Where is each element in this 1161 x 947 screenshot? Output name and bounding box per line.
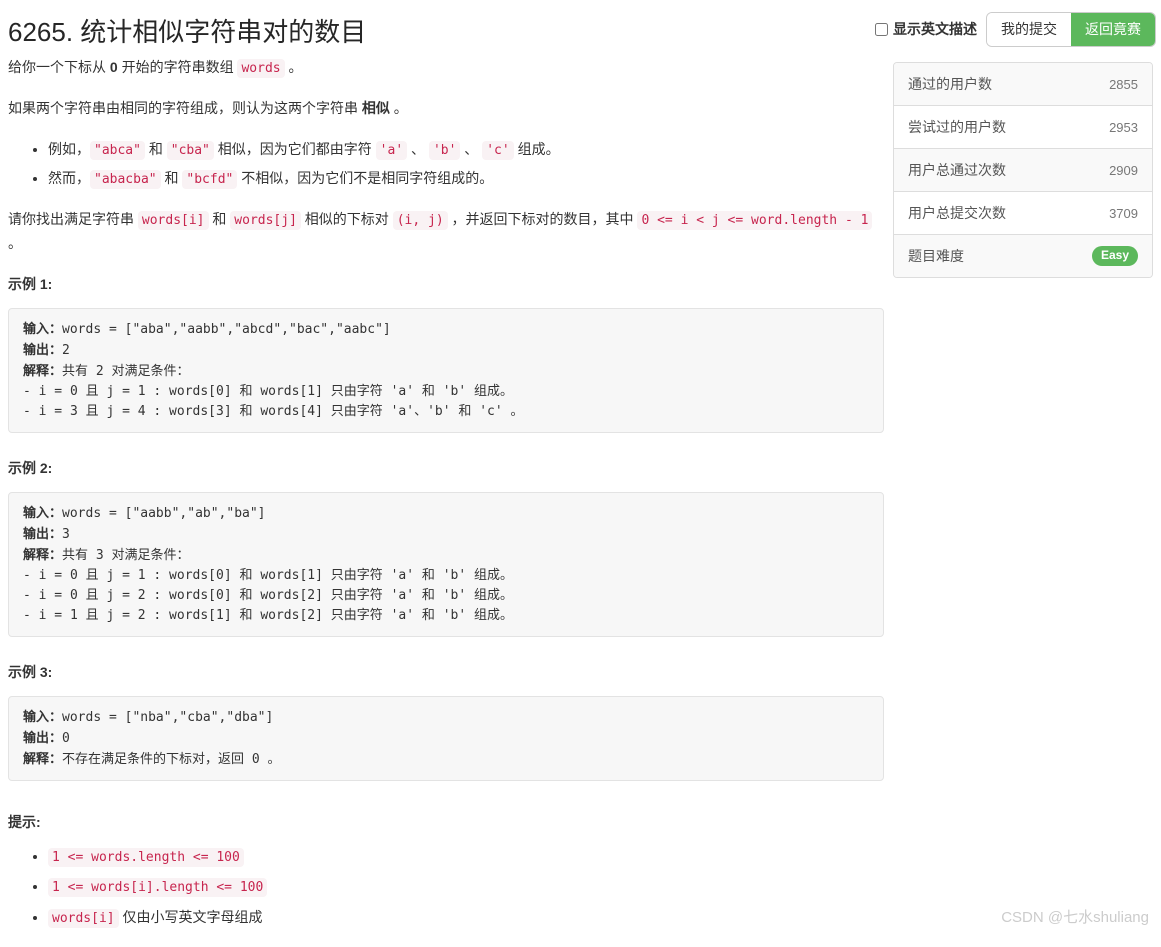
stat-row-total-passes: 用户总通过次数 2909 — [894, 149, 1152, 192]
explain-value: 共有 3 对满足条件： - i = 0 且 j = 1 : words[0] 和… — [23, 547, 514, 623]
input-label: 输入： — [23, 504, 63, 520]
example-1-box: 输入：words = ["aba","aabb","abcd","bac","a… — [8, 307, 884, 433]
example-2-box: 输入：words = ["aabb","ab","ba"] 输出：3 解释：共有… — [8, 491, 884, 637]
output-label: 输出： — [23, 729, 63, 745]
bullet-text: 、 — [460, 140, 483, 157]
explain-label: 解释： — [23, 546, 63, 562]
stat-label: 通过的用户数 — [908, 76, 992, 92]
inline-code: 'b' — [428, 140, 461, 160]
p1-bold: 0 — [109, 59, 118, 75]
stat-label: 尝试过的用户数 — [908, 119, 1006, 135]
p1-mid: 开始的字符串数组 — [117, 59, 238, 75]
inline-code-pair: (i, j) — [392, 211, 448, 231]
status-badge: Easy — [1091, 246, 1138, 266]
input-label: 输入： — [23, 320, 63, 336]
description-bullet-list: 例如，"abca" 和 "cba" 相似，因为它们都由字符 'a' 、 'b' … — [8, 138, 884, 191]
show-english-label: 显示英文描述 — [893, 21, 977, 38]
inline-code: "cba" — [166, 140, 214, 160]
difficulty-label: 题目难度 — [908, 248, 964, 264]
output-value: 3 — [62, 526, 70, 542]
inline-code: "bcfd" — [182, 169, 238, 189]
example-3-box: 输入：words = ["nba","cba","dba"] 输出：0 解释：不… — [8, 695, 884, 781]
watermark: CSDN @七水shuliang — [1001, 909, 1149, 926]
inline-code: 'a' — [375, 140, 408, 160]
p3-pre: 请你找出满足字符串 — [8, 211, 138, 228]
list-item: 1 <= words[i].length <= 100 — [48, 875, 884, 899]
output-label: 输出： — [23, 341, 63, 357]
p2-bold: 相似 — [361, 100, 390, 117]
stat-value: 2855 — [1109, 76, 1138, 92]
inline-code-words: words — [237, 59, 285, 78]
p3-mid1: 和 — [208, 211, 231, 228]
stat-label: 用户总通过次数 — [908, 162, 1006, 178]
header-actions: 显示英文描述 我的提交 返回竟赛 — [875, 13, 1155, 46]
input-value: words = ["nba","cba","dba"] — [62, 709, 274, 725]
output-value: 2 — [62, 342, 70, 358]
list-item: 1 <= words.length <= 100 — [48, 845, 884, 869]
p3-mid3: ，并返回下标对的数目，其中 — [447, 211, 638, 228]
stat-row-difficulty: 题目难度 Easy — [894, 235, 1152, 277]
inline-code: "abca" — [90, 140, 145, 160]
stat-value: 3709 — [1109, 205, 1138, 221]
inline-code-words-i: words[i] — [137, 211, 209, 231]
example-1-label: 示例 1: — [8, 275, 53, 292]
bullet-text: 和 — [160, 169, 183, 186]
p3-mid2: 相似的下标对 — [300, 211, 393, 228]
inline-code-words-j: words[j] — [230, 211, 301, 231]
inline-code-constraint: 0 <= i < j <= word.length - 1 — [637, 211, 873, 231]
p1-post: 。 — [284, 59, 303, 75]
input-value: words = ["aabb","ab","ba"] — [62, 505, 266, 521]
output-label: 输出： — [23, 525, 63, 541]
stat-label: 用户总提交次数 — [908, 205, 1006, 221]
p3-post: 。 — [8, 235, 22, 252]
bullet-text: 组成。 — [513, 140, 560, 157]
hint-code: 1 <= words.length <= 100 — [48, 848, 244, 868]
stat-row-total-submissions: 用户总提交次数 3709 — [894, 192, 1152, 235]
list-item: words[i] 仅由小写英文字母组成 — [48, 906, 884, 930]
page-header: 6265. 统计相似字符串对的数目 显示英文描述 我的提交 返回竟赛 — [0, 0, 1161, 52]
output-value: 0 — [62, 730, 70, 746]
explain-value: 共有 2 对满足条件： - i = 0 且 j = 1 : words[0] 和… — [23, 363, 524, 419]
my-submissions-button[interactable]: 我的提交 — [987, 13, 1071, 46]
explain-value: 不存在满足条件的下标对，返回 0 。 — [62, 751, 281, 767]
back-to-contest-button[interactable]: 返回竟赛 — [1071, 13, 1155, 46]
bullet-text: 、 — [407, 140, 429, 157]
bullet-text: 相似，因为它们都由字符 — [213, 140, 376, 157]
p1-pre: 给你一个下标从 — [8, 59, 110, 75]
stat-row-passed-users: 通过的用户数 2855 — [894, 63, 1152, 106]
list-item: 然而，"abacba" 和 "bcfd" 不相似，因为它们不是相同字符组成的。 — [48, 167, 884, 191]
bullet-text: 不相似，因为它们不是相同字符组成的。 — [237, 169, 494, 186]
bullet-text: 例如， — [48, 140, 90, 157]
input-value: words = ["aba","aabb","abcd","bac","aabc… — [62, 321, 391, 337]
stat-row-attempted-users: 尝试过的用户数 2953 — [894, 106, 1152, 149]
description-paragraph-3: 请你找出满足字符串 words[i] 和 words[j] 相似的下标对 (i,… — [8, 208, 884, 256]
p2-post: 。 — [389, 100, 408, 117]
problem-stats-panel: 通过的用户数 2855 尝试过的用户数 2953 用户总通过次数 2909 用户… — [893, 62, 1153, 278]
show-english-toggle[interactable]: 显示英文描述 — [875, 19, 977, 39]
explain-label: 解释： — [23, 362, 63, 378]
example-2-label: 示例 2: — [8, 459, 53, 476]
hint-code: words[i] — [48, 908, 119, 928]
page-title: 6265. 统计相似字符串对的数目 — [8, 17, 367, 47]
description-paragraph-1: 给你一个下标从 0 开始的字符串数组 words 。 — [8, 56, 884, 80]
example-3-label: 示例 3: — [8, 663, 53, 680]
bullet-text: 和 — [144, 140, 167, 157]
input-label: 输入： — [23, 708, 63, 724]
inline-code: 'c' — [482, 140, 514, 160]
hint-text: 仅由小写英文字母组成 — [118, 908, 263, 925]
stat-value: 2953 — [1109, 119, 1138, 135]
hints-title: 提示: — [8, 813, 41, 830]
bullet-text: 然而， — [48, 169, 90, 186]
header-button-group: 我的提交 返回竟赛 — [987, 13, 1155, 46]
hints-list: 1 <= words.length <= 100 1 <= words[i].l… — [8, 845, 884, 929]
p2-pre: 如果两个字符串由相同的字符组成，则认为这两个字符串 — [8, 100, 362, 117]
list-item: 例如，"abca" 和 "cba" 相似，因为它们都由字符 'a' 、 'b' … — [48, 138, 884, 162]
hint-code: 1 <= words[i].length <= 100 — [48, 878, 268, 898]
inline-code: "abacba" — [90, 169, 161, 189]
description-paragraph-2: 如果两个字符串由相同的字符组成，则认为这两个字符串 相似 。 — [8, 97, 884, 121]
show-english-checkbox[interactable] — [875, 22, 888, 36]
stat-value: 2909 — [1109, 162, 1138, 178]
problem-description: 给你一个下标从 0 开始的字符串数组 words 。 如果两个字符串由相同的字符… — [8, 56, 884, 947]
explain-label: 解释： — [23, 750, 63, 766]
